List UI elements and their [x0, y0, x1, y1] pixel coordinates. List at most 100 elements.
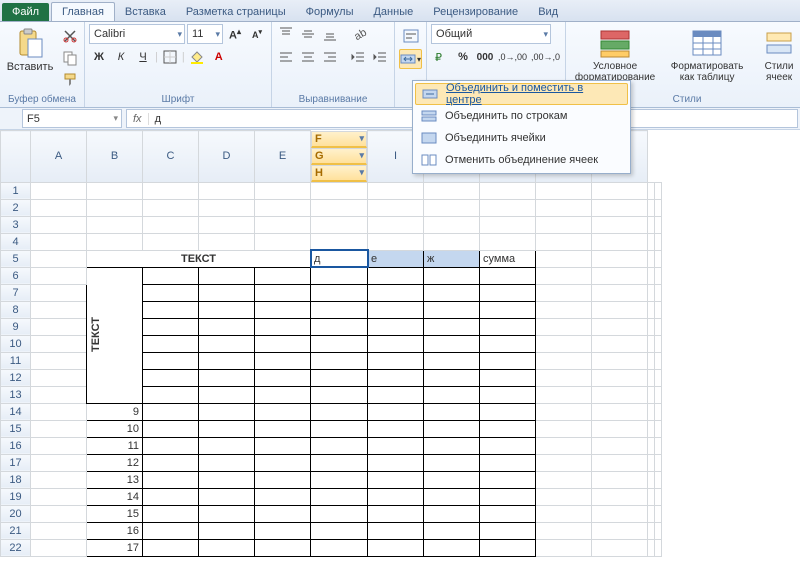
cell-I5[interactable]: сумма: [480, 250, 536, 267]
cell-F4[interactable]: [311, 233, 368, 250]
cell-G17[interactable]: [368, 454, 424, 471]
cell-F22[interactable]: [311, 539, 368, 556]
cell-K17[interactable]: [592, 454, 648, 471]
row-header-1[interactable]: 1: [1, 182, 31, 199]
cell-M14[interactable]: [655, 403, 662, 420]
font-size-select[interactable]: 11: [187, 24, 223, 44]
cell-E15[interactable]: [255, 420, 311, 437]
formula-input[interactable]: д: [149, 113, 167, 125]
cell-I10[interactable]: [480, 335, 536, 352]
cell-L12[interactable]: [648, 369, 655, 386]
cell-D11[interactable]: [199, 352, 255, 369]
cell-H18[interactable]: [424, 471, 480, 488]
cell-F19[interactable]: [311, 488, 368, 505]
cell-I19[interactable]: [480, 488, 536, 505]
cell-I18[interactable]: [480, 471, 536, 488]
cell-D14[interactable]: [199, 403, 255, 420]
cell-H21[interactable]: [424, 522, 480, 539]
cell-F13[interactable]: [311, 386, 368, 403]
cell-C6[interactable]: [143, 267, 199, 284]
cell-J6[interactable]: [536, 267, 592, 284]
cell-G1[interactable]: [368, 182, 424, 199]
cell-M6[interactable]: [655, 267, 662, 284]
row-header-3[interactable]: 3: [1, 216, 31, 233]
cell-C11[interactable]: [143, 352, 199, 369]
cell-J15[interactable]: [536, 420, 592, 437]
cell-G8[interactable]: [368, 301, 424, 318]
cell-G22[interactable]: [368, 539, 424, 556]
cell-A3[interactable]: [31, 216, 87, 233]
cell-C10[interactable]: [143, 335, 199, 352]
col-header-B[interactable]: B: [87, 131, 143, 183]
cell-H6[interactable]: [424, 267, 480, 284]
cell-F7[interactable]: [311, 284, 368, 301]
col-header-G[interactable]: G: [311, 148, 367, 165]
cell-M5[interactable]: [655, 250, 662, 267]
format-painter-button[interactable]: [60, 70, 80, 90]
cell-I4[interactable]: [480, 233, 536, 250]
cell-J11[interactable]: [536, 352, 592, 369]
row-header-9[interactable]: 9: [1, 318, 31, 335]
cell-J19[interactable]: [536, 488, 592, 505]
cell-D20[interactable]: [199, 505, 255, 522]
cell-C12[interactable]: [143, 369, 199, 386]
cell-M20[interactable]: [655, 505, 662, 522]
cell-M16[interactable]: [655, 437, 662, 454]
cell-D3[interactable]: [199, 216, 255, 233]
cell-E14[interactable]: [255, 403, 311, 420]
cell-I7[interactable]: [480, 284, 536, 301]
cell-D1[interactable]: [199, 182, 255, 199]
cell-D12[interactable]: [199, 369, 255, 386]
cell-K2[interactable]: [592, 199, 648, 216]
cell-M12[interactable]: [655, 369, 662, 386]
cell-L3[interactable]: [648, 216, 655, 233]
tab-file[interactable]: Файл: [2, 3, 49, 21]
cell-I22[interactable]: [480, 539, 536, 556]
cell-E2[interactable]: [255, 199, 311, 216]
cell-L21[interactable]: [648, 522, 655, 539]
cell-C16[interactable]: [143, 437, 199, 454]
cell-D10[interactable]: [199, 335, 255, 352]
cell-M8[interactable]: [655, 301, 662, 318]
col-header-E[interactable]: E: [255, 131, 311, 183]
cell-E1[interactable]: [255, 182, 311, 199]
cell-I21[interactable]: [480, 522, 536, 539]
cell-D17[interactable]: [199, 454, 255, 471]
cell-M2[interactable]: [655, 199, 662, 216]
cell-D15[interactable]: [199, 420, 255, 437]
merge-center-button[interactable]: ▾: [399, 49, 422, 69]
cell-E22[interactable]: [255, 539, 311, 556]
cell-J2[interactable]: [536, 199, 592, 216]
cell-A12[interactable]: [31, 369, 87, 386]
cell-L7[interactable]: [648, 284, 655, 301]
align-bottom-button[interactable]: [320, 24, 340, 44]
cell-J21[interactable]: [536, 522, 592, 539]
format-as-table-button[interactable]: Форматировать как таблицу: [664, 24, 750, 86]
cell-E16[interactable]: [255, 437, 311, 454]
cell-A18[interactable]: [31, 471, 87, 488]
cell-J9[interactable]: [536, 318, 592, 335]
row-header-6[interactable]: 6: [1, 267, 31, 284]
merge-cells-item[interactable]: Объединить ячейки: [415, 127, 628, 149]
cell-E19[interactable]: [255, 488, 311, 505]
cell-M9[interactable]: [655, 318, 662, 335]
cell-I2[interactable]: [480, 199, 536, 216]
cell-I16[interactable]: [480, 437, 536, 454]
cell-A2[interactable]: [31, 199, 87, 216]
cell-I12[interactable]: [480, 369, 536, 386]
cell-G18[interactable]: [368, 471, 424, 488]
cell-K1[interactable]: [592, 182, 648, 199]
row-header-22[interactable]: 22: [1, 539, 31, 556]
cell-D21[interactable]: [199, 522, 255, 539]
font-color-button[interactable]: A: [209, 47, 229, 67]
paste-button[interactable]: Вставить: [4, 24, 56, 76]
row-header-15[interactable]: 15: [1, 420, 31, 437]
row-header-17[interactable]: 17: [1, 454, 31, 471]
cell-F5[interactable]: д: [311, 250, 368, 267]
cell-H16[interactable]: [424, 437, 480, 454]
align-center-button[interactable]: [298, 47, 318, 67]
cell-M7[interactable]: [655, 284, 662, 301]
align-left-button[interactable]: [276, 47, 296, 67]
row-header-5[interactable]: 5: [1, 250, 31, 267]
cell-F1[interactable]: [311, 182, 368, 199]
